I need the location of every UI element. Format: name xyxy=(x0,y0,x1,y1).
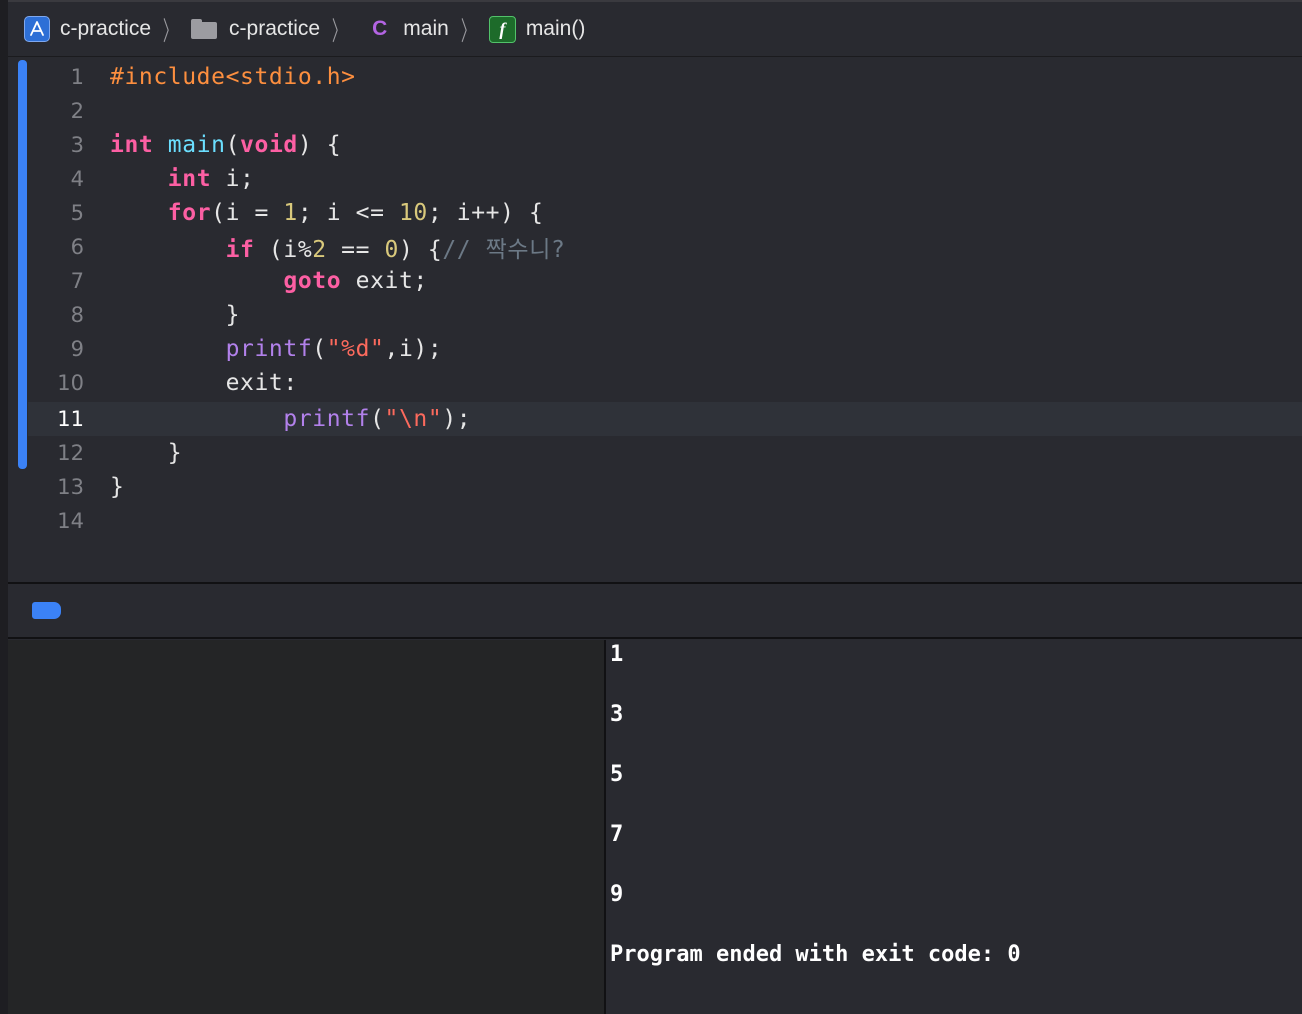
code-text[interactable]: exit: xyxy=(110,370,298,396)
line-number[interactable]: 2 xyxy=(8,99,84,123)
xcode-project-icon xyxy=(24,16,50,42)
code-text[interactable]: } xyxy=(110,440,182,466)
code-editor[interactable]: 1 #include<stdio.h> 2 3 int main(void) {… xyxy=(8,58,1302,582)
code-line[interactable]: 5 for(i = 1; i <= 10; i++) { xyxy=(8,196,1302,230)
code-line[interactable]: 2 xyxy=(8,94,1302,128)
line-number[interactable]: 13 xyxy=(8,475,84,499)
code-line[interactable]: 7 goto exit; xyxy=(8,264,1302,298)
line-number[interactable]: 1 xyxy=(8,65,84,89)
line-number[interactable]: 6 xyxy=(8,235,84,259)
console-line: 3 xyxy=(610,702,624,727)
code-line[interactable]: 4 int i; xyxy=(8,162,1302,196)
breadcrumb-project[interactable]: c-practice xyxy=(24,9,151,49)
c-file-icon: C xyxy=(372,17,388,40)
line-number[interactable]: 3 xyxy=(8,133,84,157)
code-line[interactable]: 9 printf("%d",i); xyxy=(8,332,1302,366)
window-left-edge xyxy=(0,0,8,1014)
line-number[interactable]: 12 xyxy=(8,441,84,465)
breadcrumb-folder-label: c-practice xyxy=(229,17,321,40)
function-icon: f xyxy=(488,15,516,43)
line-number[interactable]: 14 xyxy=(8,509,84,533)
code-text[interactable]: printf("%d",i); xyxy=(110,336,442,362)
debug-bar xyxy=(8,584,1302,639)
console-line: 5 xyxy=(610,762,624,787)
code-line[interactable]: 13 } xyxy=(8,470,1302,504)
breadcrumb-folder[interactable]: c-practice xyxy=(191,9,320,49)
code-text[interactable]: for(i = 1; i <= 10; i++) { xyxy=(110,200,543,226)
chevron-right-icon: 〉 xyxy=(460,16,475,47)
line-number[interactable]: 9 xyxy=(8,337,84,361)
folder-icon xyxy=(191,19,218,39)
line-number[interactable]: 10 xyxy=(8,371,84,395)
code-line[interactable]: 12 } xyxy=(8,436,1302,470)
xcode-window: c-practice 〉 c-practice 〉 C main 〉 f mai… xyxy=(0,0,1302,1014)
code-text[interactable]: } xyxy=(110,302,240,328)
breakpoints-toggle-icon[interactable] xyxy=(32,602,61,619)
code-line[interactable]: 10 exit: xyxy=(8,366,1302,400)
code-line[interactable]: 8 } xyxy=(8,298,1302,332)
line-number[interactable]: 5 xyxy=(8,201,84,225)
line-number[interactable]: 11 xyxy=(8,407,84,431)
console-exit-message: Program ended with exit code: 0 xyxy=(610,942,1021,967)
line-number[interactable]: 4 xyxy=(8,167,84,191)
breadcrumb-file-label: main xyxy=(403,17,449,40)
code-line[interactable]: 3 int main(void) { xyxy=(8,128,1302,162)
console-line: 7 xyxy=(610,822,624,847)
code-text[interactable]: if (i%2 == 0) {// 짝수니? xyxy=(110,230,565,264)
breadcrumb-function-label: main() xyxy=(525,17,586,40)
code-text[interactable]: int main(void) { xyxy=(110,132,341,158)
code-line-current[interactable]: 11 printf("\n"); xyxy=(8,402,1302,436)
breadcrumb-project-label: c-practice xyxy=(60,17,152,40)
code-line[interactable]: 6 if (i%2 == 0) {// 짝수니? xyxy=(8,230,1302,264)
console-line: 9 xyxy=(610,882,624,907)
code-text[interactable]: int i; xyxy=(110,166,254,192)
variables-view[interactable] xyxy=(8,640,604,1014)
chevron-right-icon: 〉 xyxy=(162,16,178,47)
line-number[interactable]: 7 xyxy=(8,269,84,293)
jump-bar: c-practice 〉 c-practice 〉 C main 〉 f mai… xyxy=(8,0,1302,57)
code-text[interactable]: } xyxy=(110,474,124,500)
code-text[interactable]: printf("\n"); xyxy=(110,406,471,432)
code-line[interactable]: 1 #include<stdio.h> xyxy=(8,60,1302,94)
code-text[interactable]: #include<stdio.h> xyxy=(110,64,356,90)
breadcrumb-function[interactable]: f main() xyxy=(488,9,586,49)
breadcrumb-file[interactable]: C main xyxy=(360,9,449,49)
console-line: 1 xyxy=(610,642,624,667)
line-number[interactable]: 8 xyxy=(8,303,84,327)
chevron-right-icon: 〉 xyxy=(331,16,347,47)
code-line[interactable]: 14 xyxy=(8,504,1302,538)
code-text[interactable]: goto exit; xyxy=(110,268,428,294)
console-output[interactable]: 1 3 5 7 9 Program ended with exit code: … xyxy=(606,640,1302,1014)
